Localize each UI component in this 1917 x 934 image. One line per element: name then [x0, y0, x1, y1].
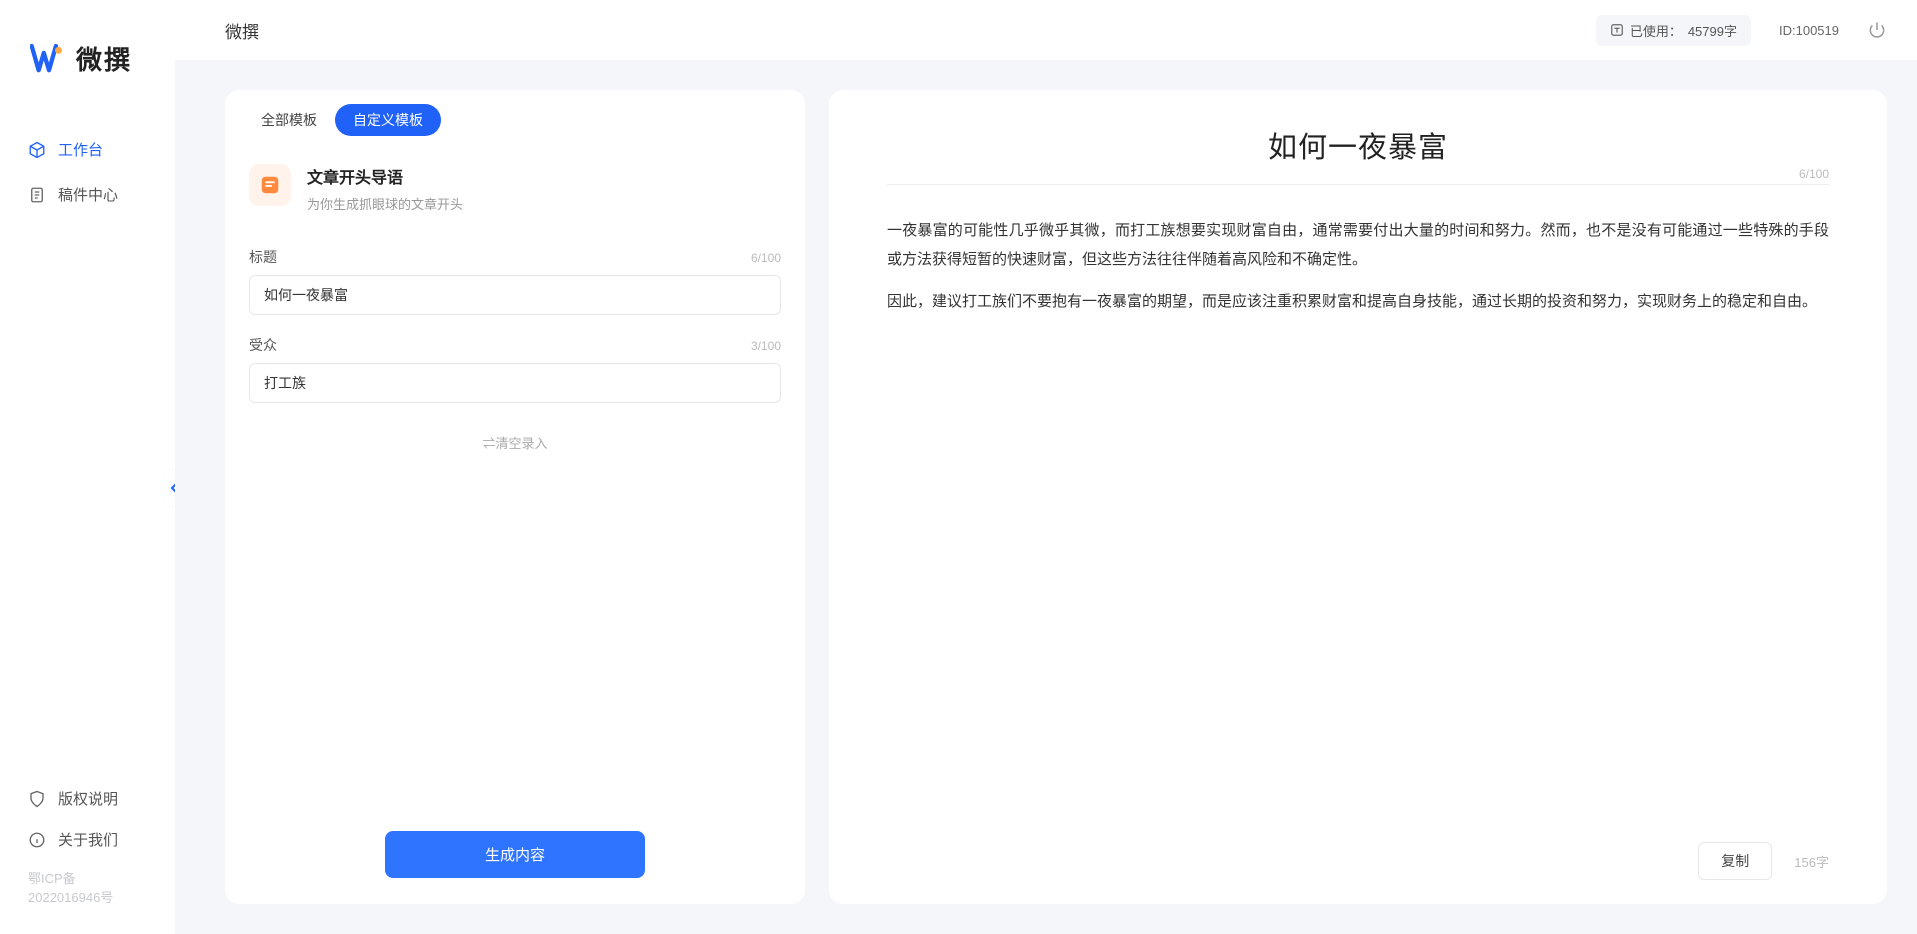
preview-body: 一夜暴富的可能性几乎微乎其微，而打工族想要实现财富自由，通常需要付出大量的时间和…: [829, 197, 1887, 826]
app-logo: 微撰: [0, 40, 175, 77]
form-group-audience: 受众 3/100: [249, 335, 781, 403]
char-count-audience: 3/100: [751, 339, 781, 353]
template-subtitle: 为你生成抓眼球的文章开头: [307, 194, 463, 213]
cube-icon: [28, 141, 46, 159]
shield-icon: [28, 790, 46, 808]
clear-inputs-button[interactable]: ⇌清空录入: [249, 423, 781, 452]
preview-footer: 复制 156字: [829, 826, 1887, 904]
sidebar-item-label: 稿件中心: [58, 184, 118, 205]
template-tabs: 全部模板 自定义模板: [225, 90, 805, 146]
preview-panel: 如何一夜暴富 6/100 一夜暴富的可能性几乎微乎其微，而打工族想要实现财富自由…: [829, 90, 1887, 904]
page-title: 微撰: [225, 18, 259, 43]
sidebar-link-label: 关于我们: [58, 829, 118, 850]
tab-custom-template[interactable]: 自定义模板: [335, 104, 441, 136]
sidebar-link-copyright[interactable]: 版权说明: [0, 778, 175, 819]
field-label-audience: 受众: [249, 335, 277, 355]
logout-button[interactable]: [1867, 20, 1887, 40]
sidebar-nav: 工作台 稿件中心: [0, 127, 175, 217]
sidebar-bottom: 版权说明 关于我们 鄂ICP备2022016946号: [0, 778, 175, 934]
audience-input[interactable]: [249, 363, 781, 403]
info-icon: [28, 831, 46, 849]
sidebar-item-workspace[interactable]: 工作台: [0, 127, 175, 172]
tab-all-templates[interactable]: 全部模板: [243, 104, 335, 136]
sidebar-link-label: 版权说明: [58, 788, 118, 809]
preview-paragraph: 一夜暴富的可能性几乎微乎其微，而打工族想要实现财富自由，通常需要付出大量的时间和…: [887, 217, 1829, 274]
logo-mark-icon: [30, 44, 68, 74]
sidebar: 微撰 工作台 稿件中心: [0, 0, 175, 934]
char-count-title: 6/100: [751, 251, 781, 265]
topbar: 微撰 已使用： 45799字 ID:100519: [175, 0, 1917, 60]
copy-button[interactable]: 复制: [1698, 842, 1772, 880]
preview-paragraph: 因此，建议打工族们不要抱有一夜暴富的期望，而是应该注重积累财富和提高自身技能，通…: [887, 288, 1829, 317]
sidebar-item-label: 工作台: [58, 139, 103, 160]
doc-icon: [28, 186, 46, 204]
title-input[interactable]: [249, 275, 781, 315]
logo-text: 微撰: [76, 40, 132, 77]
usage-prefix: 已使用：: [1630, 21, 1682, 40]
main: 全部模板 自定义模板 文章开头导语 为你生成抓眼球的文章开头 标题 6/100: [175, 60, 1917, 934]
preview-header: 如何一夜暴富 6/100: [829, 90, 1887, 197]
generate-button[interactable]: 生成内容: [385, 831, 645, 878]
sidebar-item-drafts[interactable]: 稿件中心: [0, 172, 175, 217]
template-icon: [249, 164, 291, 206]
usage-value: 45799字: [1688, 21, 1737, 40]
user-id: ID:100519: [1779, 23, 1839, 38]
field-label-title: 标题: [249, 247, 277, 267]
template-card: 文章开头导语 为你生成抓眼球的文章开头: [225, 146, 805, 237]
icp-text: 鄂ICP备2022016946号: [0, 860, 175, 914]
input-panel: 全部模板 自定义模板 文章开头导语 为你生成抓眼球的文章开头 标题 6/100: [225, 90, 805, 904]
topbar-right: 已使用： 45799字 ID:100519: [1596, 15, 1887, 46]
preview-title: 如何一夜暴富: [887, 124, 1829, 185]
template-title: 文章开头导语: [307, 164, 463, 188]
form-area: 标题 6/100 受众 3/100 ⇌清空录入: [225, 237, 805, 811]
usage-chip[interactable]: 已使用： 45799字: [1596, 15, 1751, 46]
preview-title-count: 6/100: [1799, 167, 1829, 181]
word-count: 156字: [1794, 852, 1829, 871]
form-group-title: 标题 6/100: [249, 247, 781, 315]
sidebar-link-about[interactable]: 关于我们: [0, 819, 175, 860]
text-icon: [1610, 23, 1624, 37]
